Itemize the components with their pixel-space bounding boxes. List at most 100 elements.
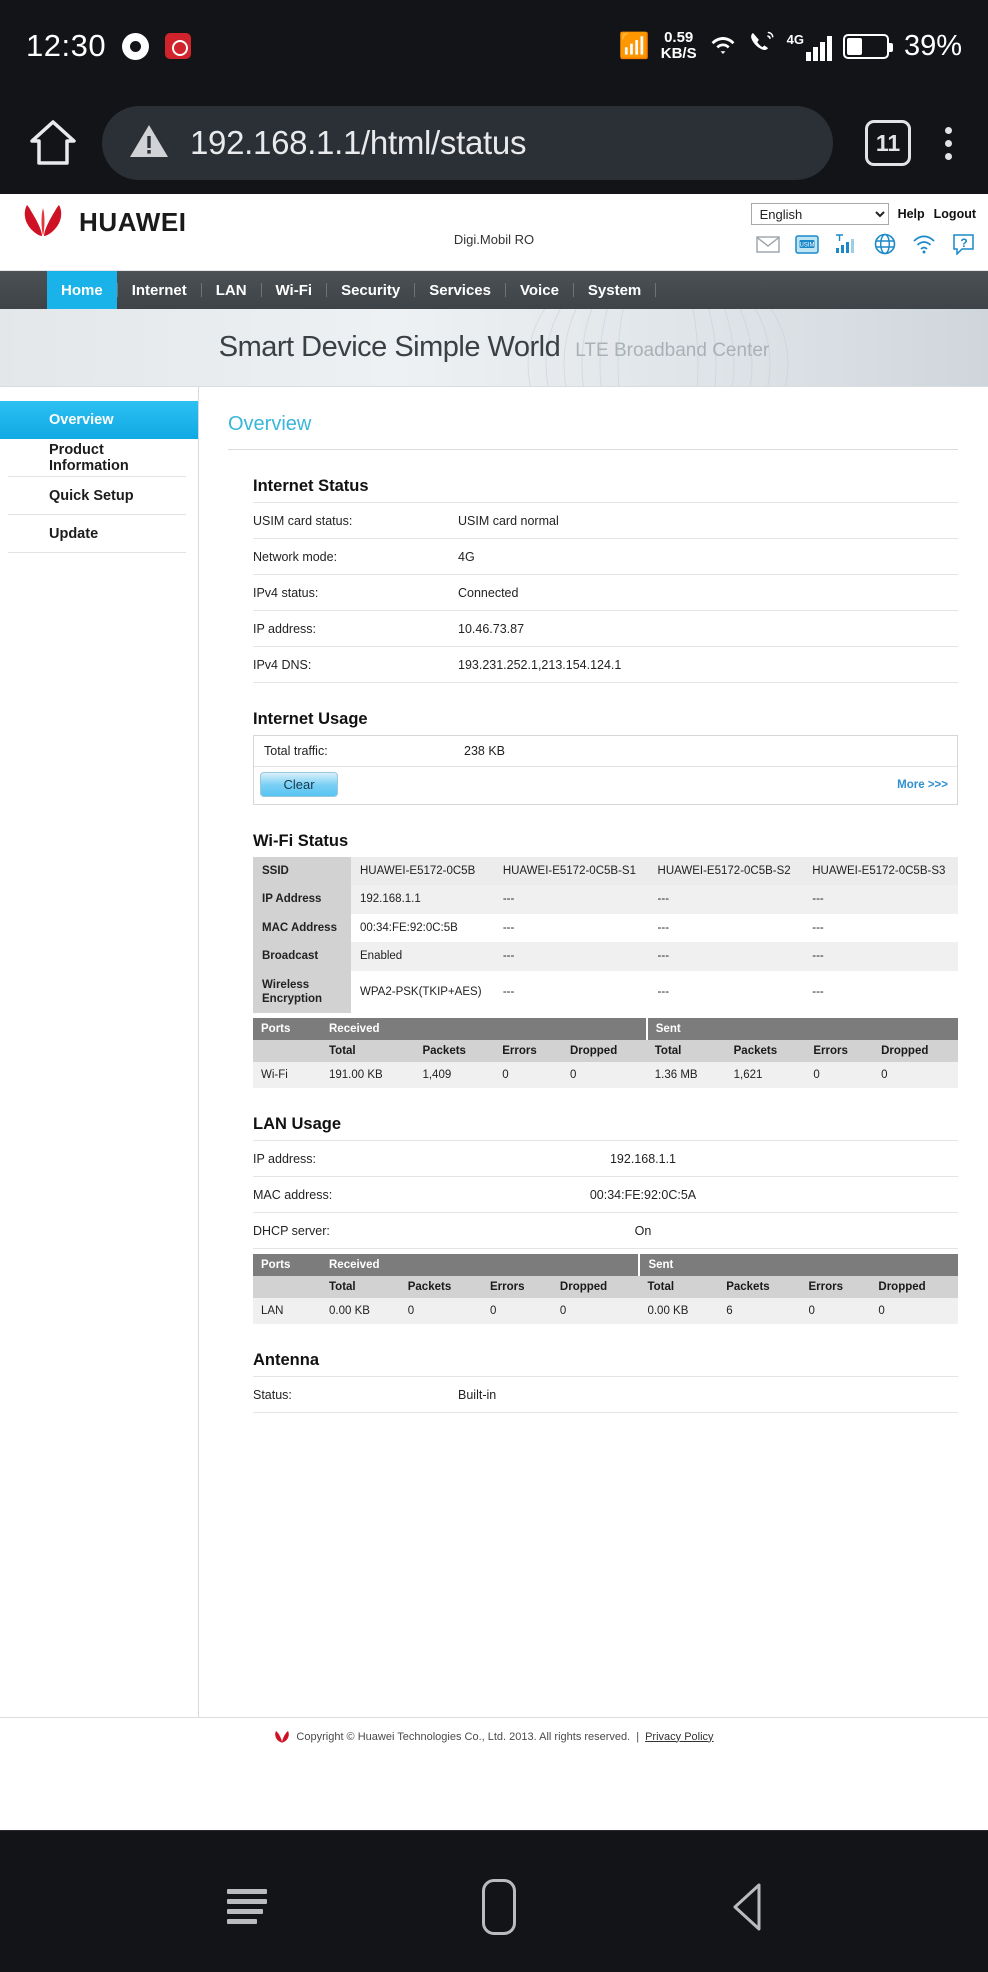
- warning-triangle-icon[interactable]: [128, 122, 170, 165]
- col-blank: [253, 1276, 321, 1299]
- col-blank: [253, 1040, 321, 1063]
- cell-tx-total: 0.00 KB: [639, 1298, 719, 1325]
- internet-status-row: IPv4 DNS: 193.231.252.1,213.154.124.1: [253, 647, 958, 683]
- cell-tx-packets: 1,621: [725, 1062, 806, 1089]
- col-tx-errors: Errors: [800, 1276, 871, 1299]
- sidebar-item-product-information[interactable]: Product Information: [8, 439, 186, 477]
- wifi-status-table: SSID HUAWEI-E5172-0C5B HUAWEI-E5172-0C5B…: [253, 857, 958, 1014]
- language-select[interactable]: English: [750, 203, 889, 225]
- row-header: SSID: [253, 857, 351, 886]
- table-group-header-row: Ports Received Sent: [253, 1018, 958, 1041]
- battery-percent-label: 39%: [903, 29, 962, 62]
- cell: ---: [493, 970, 649, 1014]
- wifi-icon: [708, 31, 738, 62]
- sidebar-item-overview[interactable]: Overview: [0, 401, 198, 439]
- data-rate-indicator: 0.59 KB/S: [661, 30, 697, 62]
- cell-rx-packets: 1,409: [414, 1062, 495, 1089]
- cell-port: Wi-Fi: [253, 1062, 321, 1089]
- total-traffic-row: Total traffic: 238 KB: [254, 736, 957, 766]
- nav-item-lan[interactable]: LAN: [202, 271, 261, 309]
- url-omnibox[interactable]: 192.168.1.1/html/status: [102, 106, 833, 180]
- cell-rx-total: 0.00 KB: [321, 1298, 400, 1325]
- logout-link[interactable]: Logout: [934, 207, 976, 221]
- col-rx-errors: Errors: [482, 1276, 552, 1299]
- help-link[interactable]: Help: [898, 207, 925, 221]
- recent-apps-icon[interactable]: [227, 1889, 268, 1924]
- nav-item-wifi[interactable]: Wi-Fi: [262, 271, 327, 309]
- wifi-status-heading: Wi-Fi Status: [253, 832, 349, 850]
- footer-content: Copyright © Huawei Technologies Co., Ltd…: [274, 1730, 714, 1743]
- sidebar-item-quick-setup[interactable]: Quick Setup: [8, 477, 186, 515]
- privacy-policy-link[interactable]: Privacy Policy: [645, 1731, 713, 1743]
- cell-rx-errors: 0: [494, 1062, 562, 1089]
- row-header: Broadcast: [253, 942, 351, 971]
- nav-item-system[interactable]: System: [574, 271, 655, 309]
- nav-separator: [655, 283, 657, 297]
- row-value: 4G: [458, 550, 475, 564]
- col-rx-total: Total: [321, 1276, 400, 1299]
- cell: 192.168.1.1: [351, 885, 494, 914]
- table-row: IP Address 192.168.1.1 --- --- ---: [253, 885, 958, 914]
- tab-counter-button[interactable]: 11: [865, 120, 911, 166]
- home-button-icon[interactable]: [481, 1878, 516, 1935]
- sidebar-item-update[interactable]: Update: [8, 515, 186, 553]
- call-icon: [749, 30, 776, 63]
- cell-tx-dropped: 0: [870, 1298, 958, 1325]
- cell-tx-errors: 0: [805, 1062, 874, 1089]
- cell-rx-dropped: 0: [561, 1062, 647, 1089]
- row-key: MAC address:: [253, 1188, 333, 1203]
- home-icon[interactable]: [22, 117, 84, 169]
- table-row: MAC Address 00:34:FE:92:0C:5B --- --- --…: [253, 913, 958, 943]
- android-status-bar: 12:30 📶 0.59 KB/S 4G 39%: [0, 0, 988, 92]
- cell-tx-packets: 6: [718, 1298, 801, 1325]
- cell: Enabled: [351, 942, 494, 971]
- section-internet-usage: Internet Usage Total traffic: 238 KB Cle…: [253, 710, 958, 805]
- cell: ---: [493, 913, 649, 943]
- row-key: Status:: [253, 1388, 292, 1403]
- row-header: Wireless Encryption: [253, 970, 351, 1014]
- page-body: Overview Product Information Quick Setup…: [0, 387, 988, 1717]
- cell: ---: [803, 913, 958, 943]
- col-rx-total: Total: [321, 1040, 415, 1063]
- row-value: Built-in: [458, 1388, 497, 1403]
- internet-usage-heading: Internet Usage: [253, 710, 368, 728]
- section-antenna: Antenna Status: Built-in: [253, 1351, 958, 1414]
- row-value: 00:34:FE:92:0C:5A: [589, 1188, 697, 1203]
- cell-tx-dropped: 0: [873, 1062, 958, 1089]
- kebab-menu-icon[interactable]: [931, 123, 966, 164]
- internet-status-row: Network mode: 4G: [253, 539, 958, 575]
- cell: ---: [648, 885, 804, 914]
- android-navigation-bar: [0, 1830, 988, 1972]
- cell: HUAWEI-E5172-0C5B: [351, 857, 494, 886]
- row-header: IP Address: [253, 885, 351, 914]
- row-key: IP address:: [253, 622, 317, 636]
- nav-item-security[interactable]: Security: [327, 271, 414, 309]
- nav-item-home[interactable]: Home: [47, 271, 117, 309]
- total-traffic-value: 238 KB: [464, 744, 506, 758]
- nav-item-internet[interactable]: Internet: [118, 271, 201, 309]
- cell: ---: [648, 913, 804, 943]
- col-tx-total: Total: [646, 1040, 726, 1063]
- banner-subline: LTE Broadband Center: [575, 340, 770, 361]
- clear-button[interactable]: Clear: [260, 772, 338, 797]
- page-footer: Copyright © Huawei Technologies Co., Ltd…: [0, 1717, 988, 1746]
- back-button-icon[interactable]: [731, 1881, 761, 1933]
- lan-usage-row: IP address: 192.168.1.1: [253, 1140, 958, 1178]
- total-traffic-label: Total traffic:: [264, 744, 328, 758]
- cell-rx-errors: 0: [482, 1298, 552, 1325]
- nav-item-services[interactable]: Services: [415, 271, 505, 309]
- nav-item-voice[interactable]: Voice: [506, 271, 573, 309]
- url-text: 192.168.1.1/html/status: [190, 124, 527, 161]
- col-tx-dropped: Dropped: [873, 1040, 958, 1063]
- row-key: Network mode:: [253, 550, 338, 564]
- cell: ---: [493, 942, 649, 971]
- browser-toolbar: 192.168.1.1/html/status 11: [0, 92, 988, 194]
- internet-status-row: IP address: 10.46.73.87: [253, 611, 958, 647]
- col-ports: Ports: [253, 1254, 321, 1277]
- col-rx-dropped: Dropped: [551, 1276, 640, 1299]
- more-link[interactable]: More >>>: [897, 779, 948, 791]
- internet-status-row: USIM card status: USIM card normal: [253, 502, 958, 539]
- status-clock: 12:30: [26, 28, 107, 63]
- lan-usage-row: DHCP server: On: [253, 1213, 958, 1250]
- cell: ---: [803, 970, 958, 1014]
